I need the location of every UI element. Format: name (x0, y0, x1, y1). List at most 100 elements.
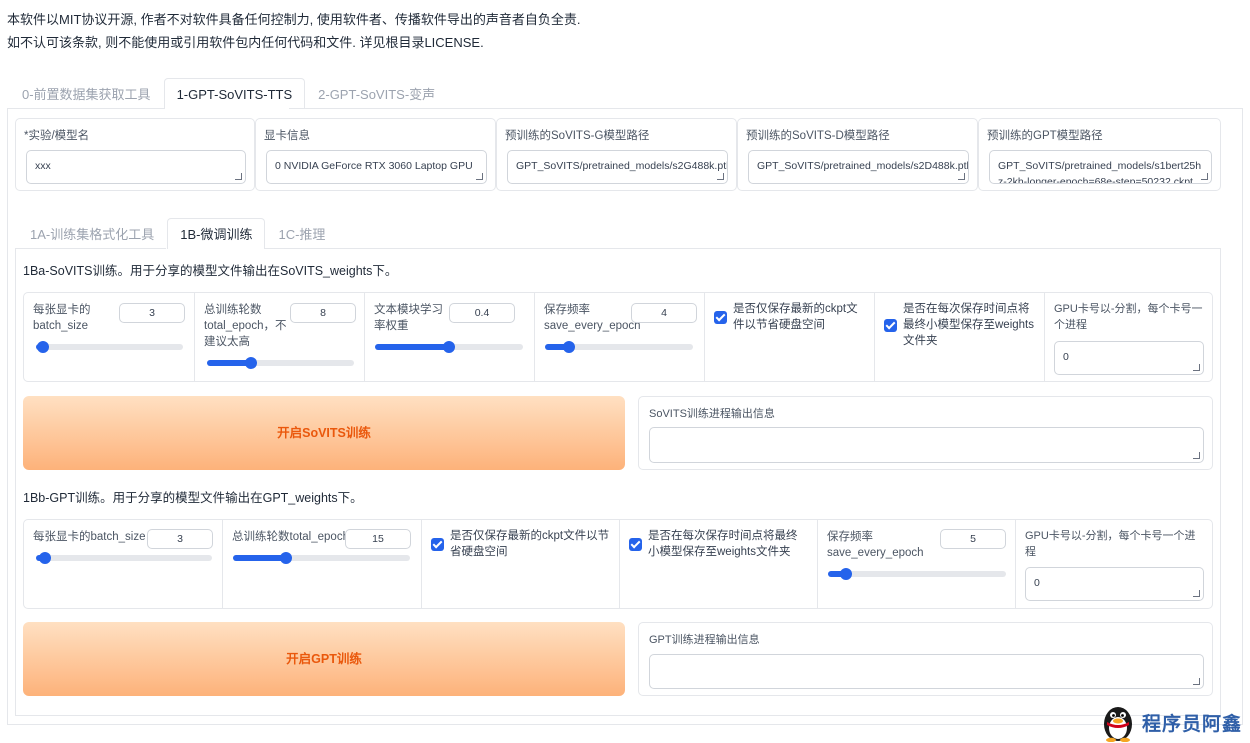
gpt-epoch-number[interactable]: 15 (345, 529, 411, 549)
sovits-output-textarea[interactable] (649, 427, 1204, 463)
sovits-text-lr-slider[interactable] (375, 341, 523, 353)
exp-name-label: *实验/模型名 (24, 130, 90, 142)
sovits-g-path-box: 预训练的SoVITS-G模型路径 GPT_SoVITS/pretrained_m… (496, 118, 737, 191)
sovits-save-weights-cell: 是否在每次保存时间点将 最终小模型保存至weights 文件夹 (874, 293, 1044, 381)
sovits-params: 每张显卡的 batch_size 3 总训练轮数 total_epoch，不 建… (23, 292, 1213, 382)
gpt-save-latest-label-1: 是否仅保存最新的ckpt文件以节 (450, 530, 610, 542)
sovits-batch-number[interactable]: 3 (119, 303, 185, 323)
license-line-1: 本软件以MIT协议开源, 作者不对软件具备任何控制力, 使用软件者、传播软件导出… (7, 12, 581, 27)
sovits-save-weights-label-2: 最终小模型保存至weights (903, 319, 1034, 331)
sovits-batch-label-2: batch_size (33, 320, 88, 332)
gpt-output-label: GPT训练进程输出信息 (649, 634, 760, 646)
sovits-d-path-box: 预训练的SoVITS-D模型路径 GPT_SoVITS/pretrained_m… (737, 118, 978, 191)
gpt-path-label: 预训练的GPT模型路径 (987, 130, 1103, 142)
gpt-save-latest-cell: 是否仅保存最新的ckpt文件以节 省硬盘空间 (421, 520, 619, 608)
gpt-path-input[interactable]: GPT_SoVITS/pretrained_models/s1bert25hz-… (989, 150, 1212, 184)
watermark: 程序员阿鑫 (1098, 702, 1243, 743)
license-notice: 本软件以MIT协议开源, 作者不对软件具备任何控制力, 使用软件者、传播软件导出… (7, 8, 580, 54)
gpt-save-latest-checkbox[interactable] (431, 538, 444, 551)
gpt-save-weights-label-1: 是否在每次保存时间点将最终 (648, 530, 798, 542)
gpu-info-box: 显卡信息 0 NVIDIA GeForce RTX 3060 Laptop GP… (255, 118, 496, 191)
gpt-save-weights-label-2: 小模型保存至weights文件夹 (648, 546, 791, 558)
tab-1a-dataset-format[interactable]: 1A-训练集格式化工具 (17, 218, 167, 249)
penguin-icon (1098, 702, 1138, 743)
exp-name-box: *实验/模型名 xxx (15, 118, 255, 191)
gpt-output-box: GPT训练进程输出信息 (638, 622, 1213, 696)
sovits-d-path-input[interactable]: GPT_SoVITS/pretrained_models/s2D488k.pth (748, 150, 969, 184)
slider-knob[interactable] (280, 552, 293, 564)
gpt-batch-slider[interactable] (36, 552, 212, 564)
sovits-save-freq-slider[interactable] (545, 341, 693, 353)
gpt-epoch-cell: 总训练轮数total_epoch 15 (222, 520, 421, 608)
sovits-heading: 1Ba-SoVITS训练。用于分享的模型文件输出在SoVITS_weights下… (23, 264, 398, 278)
slider-knob[interactable] (38, 552, 51, 564)
gpt-save-freq-label-2: save_every_epoch (827, 547, 924, 559)
watermark-text: 程序员阿鑫 (1142, 713, 1243, 735)
gpt-epoch-label: 总训练轮数total_epoch (232, 531, 349, 543)
slider-knob[interactable] (37, 341, 50, 353)
sovits-save-weights-checkbox[interactable] (884, 319, 897, 332)
sovits-epoch-number[interactable]: 8 (290, 303, 356, 323)
sub-tab-bar: 1A-训练集格式化工具 1B-微调训练 1C-推理 (17, 218, 338, 249)
gpt-save-freq-cell: 保存频率 save_every_epoch 5 (817, 520, 1015, 608)
gpt-save-weights-checkbox[interactable] (629, 538, 642, 551)
sovits-epoch-label-1: 总训练轮数 (204, 304, 262, 316)
gpt-save-freq-slider[interactable] (828, 568, 1006, 580)
sovits-g-path-input[interactable]: GPT_SoVITS/pretrained_models/s2G488k.pth (507, 150, 728, 184)
sovits-gpu-input[interactable]: 0 (1054, 341, 1204, 375)
gpt-params: 每张显卡的batch_size 3 总训练轮数total_epoch 15 是否… (23, 519, 1213, 609)
sovits-gpu-label-2: 个进程 (1054, 319, 1087, 331)
gpt-batch-number[interactable]: 3 (147, 529, 213, 549)
sovits-d-path-label: 预训练的SoVITS-D模型路径 (746, 130, 890, 142)
sovits-save-latest-label-2: 件以节省硬盘空间 (733, 319, 825, 331)
sovits-batch-slider[interactable] (36, 341, 183, 353)
start-sovits-train-button[interactable]: 开启SoVITS训练 (23, 396, 625, 470)
sovits-save-freq-label-1: 保存频率 (544, 304, 590, 316)
gpt-batch-cell: 每张显卡的batch_size 3 (24, 520, 222, 608)
tab-1c-inference[interactable]: 1C-推理 (265, 218, 338, 249)
sovits-save-freq-number[interactable]: 4 (631, 303, 697, 323)
license-line-2: 如不认可该条款, 则不能使用或引用软件包内任何代码和文件. 详见根目录LICEN… (7, 35, 484, 50)
sovits-save-freq-cell: 保存频率 save_every_epoch 4 (534, 293, 704, 381)
exp-name-input[interactable]: xxx (26, 150, 246, 184)
start-gpt-train-button[interactable]: 开启GPT训练 (23, 622, 625, 696)
sovits-save-latest-cell: 是否仅保存最新的ckpt文 件以节省硬盘空间 (704, 293, 874, 381)
gpt-gpu-input[interactable]: 0 (1025, 567, 1204, 601)
slider-knob[interactable] (443, 341, 455, 353)
sovits-save-latest-checkbox[interactable] (714, 311, 727, 324)
tab-1b-finetune[interactable]: 1B-微调训练 (167, 218, 266, 249)
gpt-save-freq-number[interactable]: 5 (940, 529, 1006, 549)
gpt-heading: 1Bb-GPT训练。用于分享的模型文件输出在GPT_weights下。 (23, 491, 363, 505)
gpu-info-input[interactable]: 0 NVIDIA GeForce RTX 3060 Laptop GPU (266, 150, 487, 184)
sovits-save-latest-label-1: 是否仅保存最新的ckpt文 (733, 303, 858, 315)
sovits-save-weights-label-1: 是否在每次保存时间点将 (903, 303, 1030, 315)
slider-knob[interactable] (562, 341, 575, 353)
sovits-epoch-slider[interactable] (207, 357, 354, 369)
sovits-gpu-label-1: GPU卡号以-分割，每个卡号一 (1054, 303, 1203, 315)
gpt-save-latest-label-2: 省硬盘空间 (450, 546, 508, 558)
main-tab-bar: 0-前置数据集获取工具 1-GPT-SoVITS-TTS 2-GPT-SoVIT… (9, 78, 448, 109)
gpt-output-textarea[interactable] (649, 654, 1204, 689)
sovits-output-label: SoVITS训练进程输出信息 (649, 408, 775, 420)
sovits-epoch-label-2: total_epoch，不 (204, 320, 287, 332)
tab-dataset-tools[interactable]: 0-前置数据集获取工具 (9, 78, 164, 109)
sovits-epoch-cell: 总训练轮数 total_epoch，不 建议太高 8 (194, 293, 364, 381)
slider-knob[interactable] (839, 568, 852, 580)
gpt-gpu-label-2: 程 (1025, 546, 1036, 558)
slider-knob[interactable] (245, 357, 258, 369)
sovits-gpu-cell: GPU卡号以-分割，每个卡号一 个进程 0 (1044, 293, 1213, 381)
gpt-gpu-label-1: GPU卡号以-分割，每个卡号一个进 (1025, 530, 1196, 542)
sovits-epoch-label-3: 建议太高 (204, 336, 250, 348)
tab-gpt-sovits-tts[interactable]: 1-GPT-SoVITS-TTS (163, 78, 306, 109)
gpu-info-label: 显卡信息 (264, 130, 310, 142)
sovits-batch-label-1: 每张显卡的 (33, 304, 91, 316)
gpt-epoch-slider[interactable] (233, 552, 410, 564)
gpt-batch-label: 每张显卡的batch_size (33, 531, 146, 543)
gpt-save-weights-cell: 是否在每次保存时间点将最终 小模型保存至weights文件夹 (619, 520, 817, 608)
gpt-save-freq-label-1: 保存频率 (827, 531, 873, 543)
sovits-save-weights-label-3: 文件夹 (903, 335, 938, 347)
sovits-text-lr-number[interactable]: 0.4 (449, 303, 515, 323)
sovits-text-lr-label-1: 文本模块学习 (374, 304, 443, 316)
tab-gpt-sovits-voice-change[interactable]: 2-GPT-SoVITS-变声 (305, 78, 448, 109)
sovits-save-freq-label-2: save_every_epoch (544, 320, 641, 332)
